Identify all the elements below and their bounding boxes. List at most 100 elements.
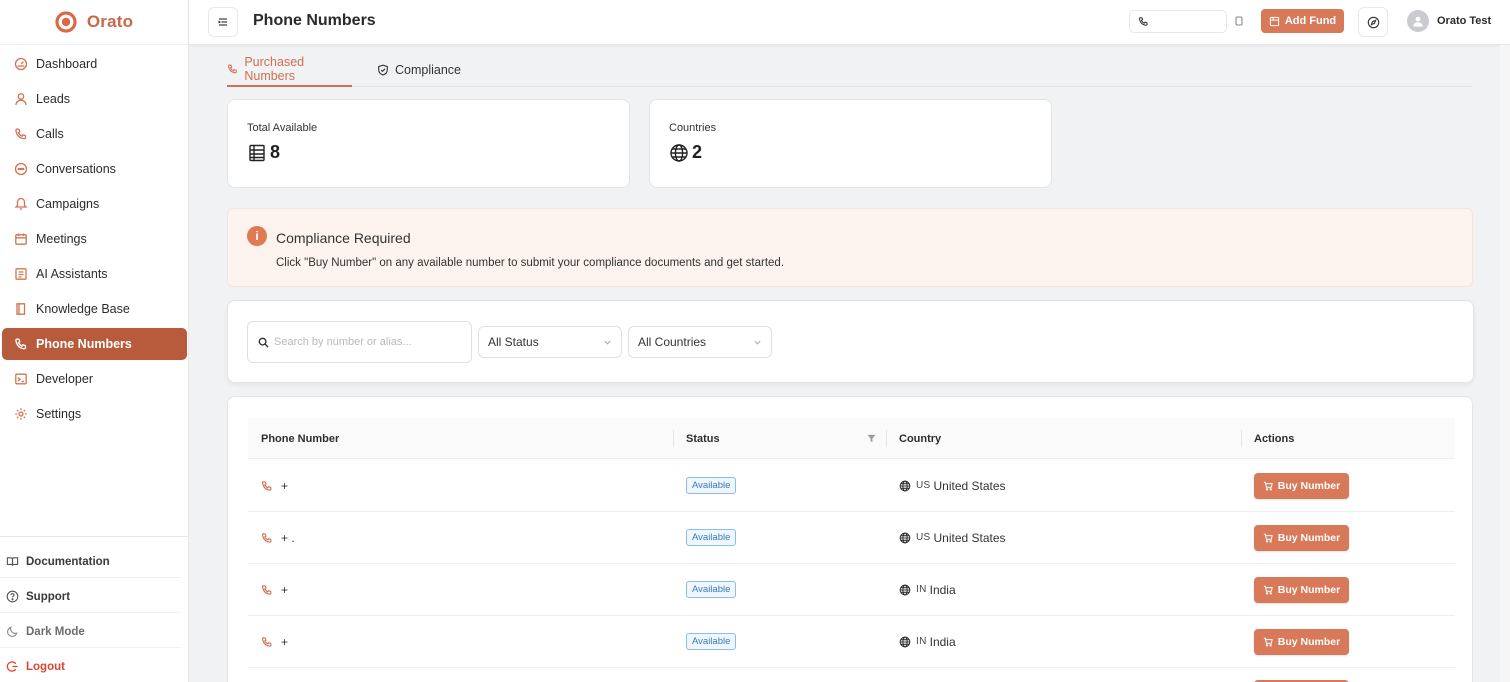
user-menu[interactable]: Orato Test xyxy=(1407,10,1491,32)
phone-number: + xyxy=(281,634,289,649)
column-header-phone-number[interactable]: Phone Number xyxy=(261,418,339,459)
cart-icon xyxy=(1263,585,1273,594)
support-label: Support xyxy=(26,590,71,603)
support-link[interactable]: Support xyxy=(0,581,181,613)
brand-name: Orato xyxy=(86,12,134,31)
sidebar-item-settings[interactable]: Settings xyxy=(2,398,187,430)
sidebar-footer: Documentation Support Dark Mode Logout xyxy=(0,536,188,682)
user-avatar-icon xyxy=(1413,16,1423,27)
copy-icon[interactable] xyxy=(1233,14,1245,28)
table-row: + Available IN India Buy Number xyxy=(248,564,1455,616)
globe-icon xyxy=(670,143,688,162)
phone-icon xyxy=(262,532,272,543)
sidebar-item-label: Conversations xyxy=(36,162,116,176)
sidebar-item-knowledge-base[interactable]: Knowledge Base xyxy=(2,293,187,325)
table-row: + Available IN India Buy Number xyxy=(248,616,1455,668)
sidebar-nav: Dashboard Leads Calls Conversations Camp… xyxy=(0,45,188,430)
country-filter-value: All Countries xyxy=(638,335,707,349)
country-filter-select[interactable]: All Countries xyxy=(628,326,772,358)
country-code: US xyxy=(916,480,931,491)
megaphone-icon xyxy=(14,197,28,210)
phone-icon xyxy=(1138,17,1148,26)
phone-number-cell: + xyxy=(261,564,288,615)
compass-icon xyxy=(1367,16,1379,28)
documentation-link[interactable]: Documentation xyxy=(0,546,181,578)
shield-check-icon xyxy=(378,64,388,76)
search-box[interactable] xyxy=(247,321,472,363)
banner-title: Compliance Required xyxy=(276,230,411,246)
phone-icon xyxy=(262,636,272,647)
column-header-country[interactable]: Country xyxy=(899,418,941,459)
buy-number-button[interactable]: Buy Number xyxy=(1254,472,1349,499)
moon-icon xyxy=(7,626,18,637)
user-icon xyxy=(15,93,27,106)
globe-icon xyxy=(899,636,911,647)
sidebar-item-label: Campaigns xyxy=(36,197,100,211)
sidebar-item-calls[interactable]: Calls xyxy=(2,118,187,150)
search-input[interactable] xyxy=(274,336,464,348)
logout-label: Logout xyxy=(26,660,65,673)
tab-bar: Purchased Numbers Compliance xyxy=(227,52,1472,87)
brand[interactable]: Orato xyxy=(0,0,188,45)
calendar-icon xyxy=(15,233,27,245)
filter-card: All Status All Countries xyxy=(227,300,1474,383)
globe-icon xyxy=(899,532,911,543)
sidebar-item-developer[interactable]: Developer xyxy=(2,363,187,395)
buy-number-label: Buy Number xyxy=(1277,583,1341,596)
dark-mode-toggle[interactable]: Dark Mode xyxy=(0,616,181,648)
compliance-banner: i Compliance Required Click "Buy Number"… xyxy=(227,208,1473,287)
sidebar-item-campaigns[interactable]: Campaigns xyxy=(2,188,187,220)
country-name: India xyxy=(929,582,956,597)
country-cell: IN India xyxy=(899,616,956,667)
countries-value-row: 2 xyxy=(669,142,1051,163)
sidebar-item-label: Developer xyxy=(36,372,93,386)
table-row: + Available US United States Buy Number xyxy=(248,460,1455,512)
actions-cell: Buy Number xyxy=(1254,564,1349,615)
explore-button[interactable] xyxy=(1358,7,1388,37)
chevron-down-icon xyxy=(604,340,611,345)
sidebar-item-leads[interactable]: Leads xyxy=(2,83,187,115)
add-fund-label: Add Fund xyxy=(1284,15,1337,27)
table-header: Phone Number Status Country Actions xyxy=(248,418,1455,459)
globe-icon xyxy=(899,584,911,595)
tab-label: Purchased Numbers xyxy=(244,54,305,83)
user-name: Orato Test xyxy=(1437,15,1492,27)
sidebar-item-meetings[interactable]: Meetings xyxy=(2,223,187,255)
countries-value: 2 xyxy=(692,142,703,162)
column-divider xyxy=(886,430,887,447)
sidebar-item-phone-numbers[interactable]: Phone Numbers xyxy=(2,328,187,360)
status-filter-select[interactable]: All Status xyxy=(478,326,622,358)
page-scrollbar[interactable] xyxy=(1500,45,1510,682)
total-available-label: Total Available xyxy=(247,122,318,134)
sidebar-item-conversations[interactable]: Conversations xyxy=(2,153,187,185)
menu-toggle-button[interactable] xyxy=(208,7,238,37)
status-badge: Available xyxy=(686,581,737,598)
phone-number-cell: + xyxy=(261,616,288,667)
buy-number-button[interactable]: Buy Number xyxy=(1254,576,1349,603)
country-cell: US United States xyxy=(899,460,1006,511)
column-header-status[interactable]: Status xyxy=(686,418,720,459)
phone-number-cell: + . xyxy=(261,512,295,563)
tab-purchased-numbers[interactable]: Purchased Numbers xyxy=(227,52,352,87)
country-cell: IN India xyxy=(899,564,956,615)
tab-compliance[interactable]: Compliance xyxy=(377,52,461,87)
book-icon xyxy=(16,303,26,315)
sidebar-item-label: AI Assistants xyxy=(36,267,108,281)
orato-logo-icon xyxy=(55,11,77,33)
country-name: India xyxy=(929,634,956,649)
sidebar-item-ai-assistants[interactable]: AI Assistants xyxy=(2,258,187,290)
filter-icon[interactable] xyxy=(867,434,876,443)
numbers-table: Phone Number Status Country Actions + Av… xyxy=(227,396,1473,682)
tab-label: Compliance xyxy=(395,62,462,77)
phone-dialer-field[interactable] xyxy=(1129,10,1227,33)
buy-number-button[interactable]: Buy Number xyxy=(1254,524,1349,551)
phone-number: + xyxy=(281,582,289,597)
help-circle-icon xyxy=(6,590,19,603)
logout-button[interactable]: Logout xyxy=(0,651,181,682)
country-cell: US United States xyxy=(899,512,1006,563)
phone-number-cell: + xyxy=(261,460,288,511)
sidebar-item-dashboard[interactable]: Dashboard xyxy=(2,48,187,80)
buy-number-button[interactable]: Buy Number xyxy=(1254,628,1349,655)
add-fund-button[interactable]: Add Fund xyxy=(1261,9,1344,33)
phone-number: + xyxy=(281,478,289,493)
